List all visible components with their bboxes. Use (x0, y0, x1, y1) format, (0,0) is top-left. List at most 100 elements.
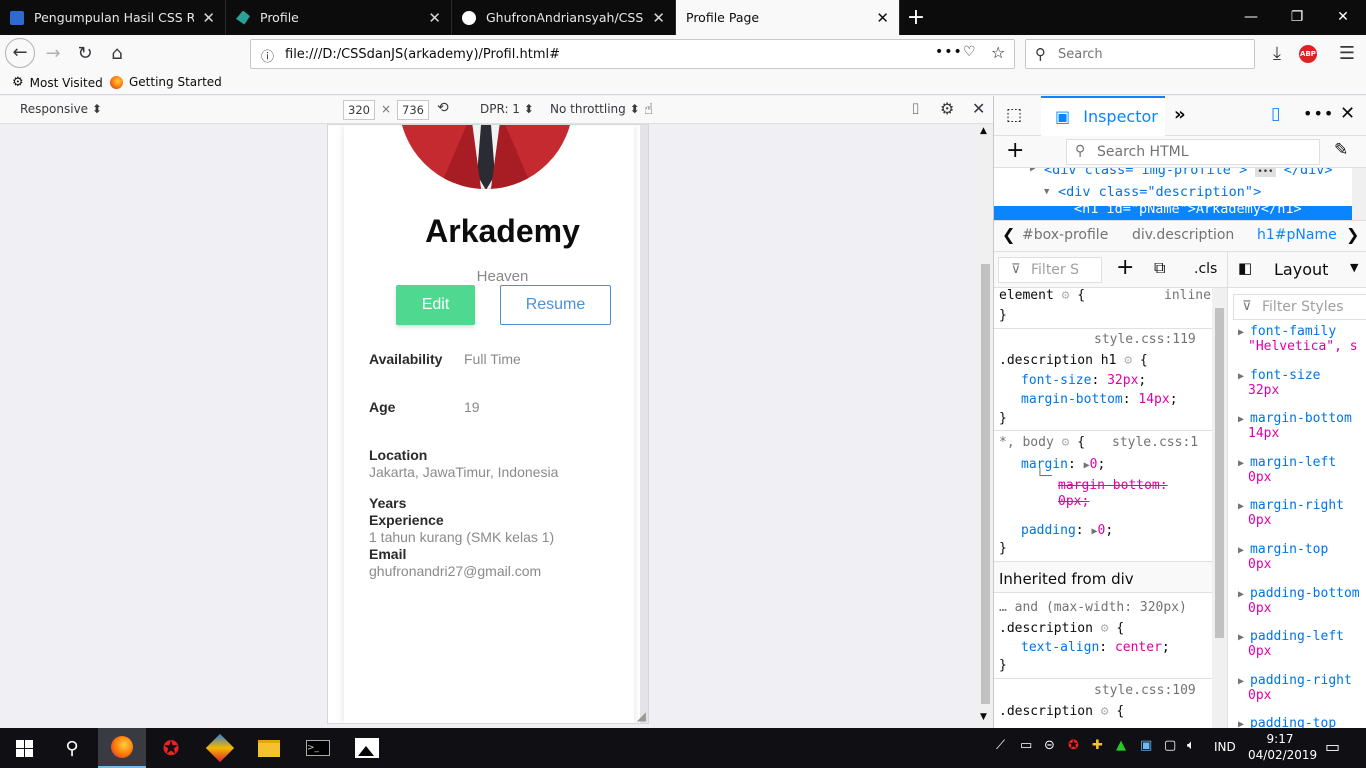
bookmark-most-visited[interactable]: ⚙ Most Visited (12, 75, 103, 90)
computed-property-row[interactable]: ▶ padding-left 0px (1238, 629, 1344, 659)
tab-layout[interactable]: Layout (1274, 260, 1328, 279)
rule4-source[interactable]: style.css:109 (1094, 683, 1196, 698)
computed-property-row[interactable]: ▶ font-family "Helvetica", s (1238, 324, 1358, 354)
bookmark-getting-started[interactable]: Getting Started (110, 75, 222, 89)
add-node-icon[interactable]: + (1006, 138, 1024, 163)
input-language[interactable]: IND (1214, 740, 1236, 754)
info-icon[interactable]: ⓘ (261, 46, 274, 65)
rule2-source[interactable]: style.css:1 (1112, 435, 1198, 450)
more-options-icon[interactable]: ••• (1303, 104, 1334, 123)
computed-property-row[interactable]: ▶ padding-top (1238, 716, 1336, 728)
restore-button[interactable]: ❐ (1274, 0, 1320, 35)
breadcrumb-h1[interactable]: h1#pName (1257, 227, 1337, 243)
bookmark-star-icon[interactable]: ☆ (991, 43, 1005, 62)
minimize-button[interactable]: — (1228, 0, 1274, 35)
close-tab-icon[interactable]: ✕ (428, 9, 441, 27)
viewport-scrollbar[interactable]: ▲ ▼ (978, 124, 993, 728)
rule2-decl-padding[interactable]: padding: ▶0; (1021, 523, 1113, 538)
rule-gear-icon[interactable]: ⚙ (1062, 288, 1078, 303)
markup-node-img-profile[interactable]: ▶ <div class="img-profile"> ••• </div> (1030, 168, 1333, 178)
collapse-triangle-icon[interactable]: ▼ (1044, 187, 1049, 197)
breadcrumb-right-arrow-icon[interactable]: ❯ (1346, 225, 1359, 244)
taskbar-file-explorer[interactable] (245, 728, 293, 768)
expand-triangle-icon[interactable]: ▶ (1238, 501, 1250, 512)
rules-scrollbar[interactable] (1212, 288, 1227, 728)
taskbar-garena[interactable]: ✪ (147, 728, 195, 768)
breadcrumb-left-arrow-icon[interactable]: ❮ (1002, 225, 1015, 244)
expand-triangle-icon[interactable]: ▶ (1238, 327, 1250, 338)
settings-gear-icon[interactable]: ⚙ (940, 99, 954, 118)
expand-triangle-icon[interactable]: ▶ (1238, 589, 1250, 600)
new-tab-button[interactable]: + (900, 0, 932, 35)
breadcrumb-box-profile[interactable]: #box-profile (1022, 227, 1108, 243)
computed-filter-input[interactable]: Filter Styles (1262, 299, 1344, 315)
edit-button[interactable]: Edit (396, 285, 475, 325)
markup-node-description[interactable]: ▼ <div class="description"> (1044, 184, 1261, 200)
rotate-icon[interactable]: ⟲ (437, 100, 449, 116)
expand-triangle-icon[interactable]: ▶ (1238, 414, 1250, 425)
computed-property-row[interactable]: ▶ font-size 32px (1238, 368, 1321, 398)
tab-pengumpulan[interactable]: Pengumpulan Hasil CSS Respo ✕ (0, 0, 226, 35)
markup-node-h1-selected[interactable]: <h1 id="pName">Arkademy</h1> (994, 201, 1352, 220)
close-tab-icon[interactable]: ✕ (202, 9, 215, 27)
nvidia-tray-icon[interactable]: ▲ (1116, 738, 1126, 753)
cls-toggle[interactable]: .cls (1194, 261, 1217, 277)
url-bar[interactable]: ⓘ file:///D:/CSSdanJS(arkademy)/Profil.h… (250, 39, 1015, 69)
taskbar-sourcetree[interactable] (196, 728, 244, 768)
taskbar-firefox[interactable] (98, 728, 146, 768)
computed-property-row[interactable]: ▶ margin-top 0px (1238, 542, 1328, 572)
display-icon[interactable]: ▢ (1164, 738, 1176, 753)
battery-icon[interactable]: ▭ (1020, 738, 1032, 753)
add-rule-icon[interactable]: + (1116, 255, 1134, 280)
expand-triangle-icon[interactable]: ▶ (1238, 458, 1250, 469)
network-icon[interactable]: ⊝ (1044, 738, 1055, 753)
markup-scrollbar[interactable] (1352, 168, 1366, 220)
scrollbar-thumb[interactable] (981, 264, 990, 704)
close-tab-icon[interactable]: ✕ (652, 9, 665, 27)
device-selector[interactable]: Responsive ⬍ (20, 102, 102, 116)
expand-triangle-icon[interactable]: ▶ (1238, 545, 1250, 556)
collapsed-ellipsis[interactable]: ••• (1255, 168, 1276, 177)
computed-filter-field[interactable]: ⊽ Filter Styles (1233, 294, 1366, 320)
taskbar-terminal[interactable]: >_ (294, 728, 342, 768)
tab-inspector[interactable]: ▣ Inspector (1041, 96, 1165, 136)
computed-property-row[interactable]: ▶ margin-bottom 14px (1238, 411, 1352, 441)
volume-icon[interactable]: 🔈︎ (1187, 738, 1195, 753)
tab-profile-page[interactable]: Profile Page ✕ (676, 0, 900, 35)
rule3-decl-text-align[interactable]: text-align: center; (1021, 640, 1170, 655)
rule1-source[interactable]: style.css:119 (1094, 332, 1196, 347)
search-input[interactable]: Search (1058, 47, 1103, 62)
home-button[interactable]: ⌂ (102, 40, 132, 68)
downloads-button[interactable]: ⤓ (1262, 40, 1292, 68)
close-rdm-icon[interactable]: ✕ (972, 99, 985, 118)
viewport-width-input[interactable]: 320 (343, 100, 375, 120)
device-scrollbar[interactable] (640, 125, 648, 723)
dock-side-icon[interactable]: ▯ (1271, 104, 1280, 124)
reload-button[interactable]: ↻ (70, 40, 100, 68)
computed-property-row[interactable]: ▶ margin-right 0px (1238, 498, 1344, 528)
rule-gear-icon[interactable]: ⚙ (1101, 621, 1117, 636)
search-html-field[interactable]: ⚲ Search HTML (1066, 139, 1320, 165)
tab-profile[interactable]: Profile ✕ (226, 0, 452, 35)
throttling-selector[interactable]: No throttling ⬍ (550, 102, 640, 116)
computed-property-row[interactable]: ▶ margin-left 0px (1238, 455, 1336, 485)
close-window-button[interactable]: ✕ (1320, 0, 1366, 35)
eyedropper-icon[interactable]: ✎ (1334, 140, 1348, 160)
expand-triangle-icon[interactable]: ▶ (1238, 371, 1250, 382)
tab-github[interactable]: GhufronAndriansyah/CSSrespo ✕ (452, 0, 676, 35)
scroll-down-icon[interactable]: ▼ (980, 712, 987, 722)
rule-gear-icon[interactable]: ⚙ (1101, 704, 1117, 719)
adblock-plus-button[interactable]: ABP (1299, 45, 1317, 63)
page-actions-icon[interactable]: ••• (935, 44, 963, 60)
viewport-height-input[interactable]: 736 (397, 100, 429, 120)
toggle-sidebar-icon[interactable]: ◧ (1238, 259, 1252, 277)
close-tab-icon[interactable]: ✕ (876, 9, 889, 27)
taskbar-photos[interactable] (343, 728, 391, 768)
clock[interactable]: 9:17 04/02/2019 (1248, 731, 1317, 763)
pseudo-class-toggle-icon[interactable]: ⧉ (1154, 258, 1165, 278)
menu-button[interactable]: ☰ (1332, 40, 1362, 68)
element-picker-icon[interactable]: ⬚ (1006, 105, 1022, 125)
tray-app-icon[interactable]: ✚ (1092, 738, 1103, 753)
tab-dropdown-icon[interactable]: ▼ (1350, 261, 1358, 274)
search-html-input[interactable]: Search HTML (1097, 144, 1189, 160)
